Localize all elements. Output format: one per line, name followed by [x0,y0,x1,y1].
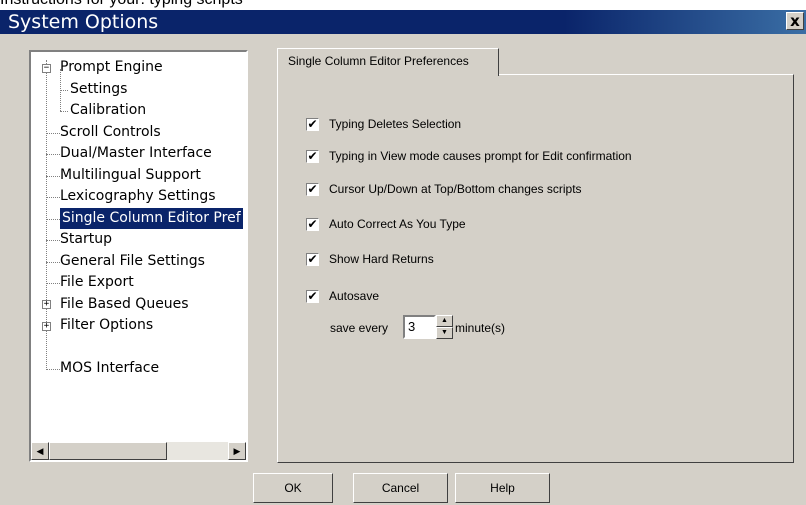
option-label: Cursor Up/Down at Top/Bottom changes scr… [329,182,582,196]
tree-connector-line [46,283,60,284]
option-label: Auto Correct As You Type [329,217,466,231]
check-icon[interactable]: ✔ [306,290,319,304]
option-autosave[interactable]: ✔ Autosave [306,288,379,304]
scroll-thumb[interactable] [49,442,167,460]
spin-up-button[interactable]: ▲ [436,315,453,327]
check-icon[interactable]: ✔ [306,150,319,164]
tree-connector-line [46,133,60,134]
tab-single-column-editor-preferences[interactable]: Single Column Editor Preferences [277,48,499,76]
autosave-minutes-spinner[interactable]: ▲ ▼ [436,315,453,339]
option-label: Show Hard Returns [329,252,434,266]
collapse-toggle-prompt-engine[interactable]: − [42,64,51,73]
ok-button[interactable]: OK [253,473,333,503]
tree-item-mos-interface[interactable]: MOS Interface [60,358,159,379]
scroll-right-button[interactable]: ▶ [228,442,246,460]
option-typing-deletes-selection[interactable]: ✔ Typing Deletes Selection [306,116,461,132]
option-auto-correct[interactable]: ✔ Auto Correct As You Type [306,216,466,232]
tree-item-multilingual-support[interactable]: Multilingual Support [60,165,201,186]
tree-connector-line [46,219,60,220]
check-icon[interactable]: ✔ [306,253,319,267]
spin-down-button[interactable]: ▼ [436,327,453,339]
tree-item-settings[interactable]: Settings [70,79,127,100]
cancel-button[interactable]: Cancel [353,473,448,503]
tree-item-prompt-engine[interactable]: Prompt Engine [60,57,163,78]
tree-item-startup[interactable]: Startup [60,229,112,250]
tree-item-lexicography-settings[interactable]: Lexicography Settings [60,186,216,207]
check-icon[interactable]: ✔ [306,118,319,132]
preferences-panel [277,74,794,463]
tree-item-file-export[interactable]: File Export [60,272,134,293]
system-options-dialog: System Options x − Prompt Engine Setting… [0,10,806,505]
autosave-prefix-label: save every [330,321,389,335]
window-title: System Options [8,11,159,33]
tree-connector-line [60,111,68,112]
tree-connector-line [46,154,60,155]
autosave-minutes-input[interactable]: 3 [403,315,436,339]
background-window-text: Instructions for your: typing scripts [0,0,806,9]
tree-connector-line [46,262,60,263]
tree-connector-line [46,240,60,241]
help-button[interactable]: Help [455,473,550,503]
option-label: Typing Deletes Selection [329,117,462,131]
tree-item-dual-master-interface[interactable]: Dual/Master Interface [60,143,212,164]
option-show-hard-returns[interactable]: ✔ Show Hard Returns [306,251,434,267]
autosave-unit-label: minute(s) [455,321,506,335]
option-label: Typing in View mode causes prompt for Ed… [329,149,632,163]
tree-item-scroll-controls[interactable]: Scroll Controls [60,122,161,143]
expand-toggle-file-based-queues[interactable]: + [42,300,51,309]
scroll-left-button[interactable]: ◀ [31,442,49,460]
options-tree[interactable]: − Prompt Engine Settings Calibration Scr… [29,50,248,462]
tree-item-single-column-editor-prefs[interactable]: Single Column Editor Pref [60,208,243,229]
expand-toggle-filter-options[interactable]: + [42,322,51,331]
close-button[interactable]: x [786,12,804,30]
tree-connector-line [60,90,68,91]
tree-connector-line [46,176,60,177]
tree-item-file-based-queues[interactable]: File Based Queues [60,294,189,315]
tree-item-general-file-settings[interactable]: General File Settings [60,251,205,272]
tree-item-filter-options[interactable]: Filter Options [60,315,153,336]
option-label: Autosave [329,289,380,303]
tree-horizontal-scrollbar[interactable]: ◀ ▶ [31,442,246,460]
tree-connector-line [46,197,60,198]
check-icon[interactable]: ✔ [306,183,319,197]
option-typing-in-view-mode[interactable]: ✔ Typing in View mode causes prompt for E… [306,148,632,164]
check-icon[interactable]: ✔ [306,218,319,232]
option-cursor-up-down-changes-scripts[interactable]: ✔ Cursor Up/Down at Top/Bottom changes sc… [306,181,582,197]
title-bar[interactable]: System Options x [0,10,806,34]
tree-item-calibration[interactable]: Calibration [70,100,146,121]
tree-connector-line [46,369,60,370]
